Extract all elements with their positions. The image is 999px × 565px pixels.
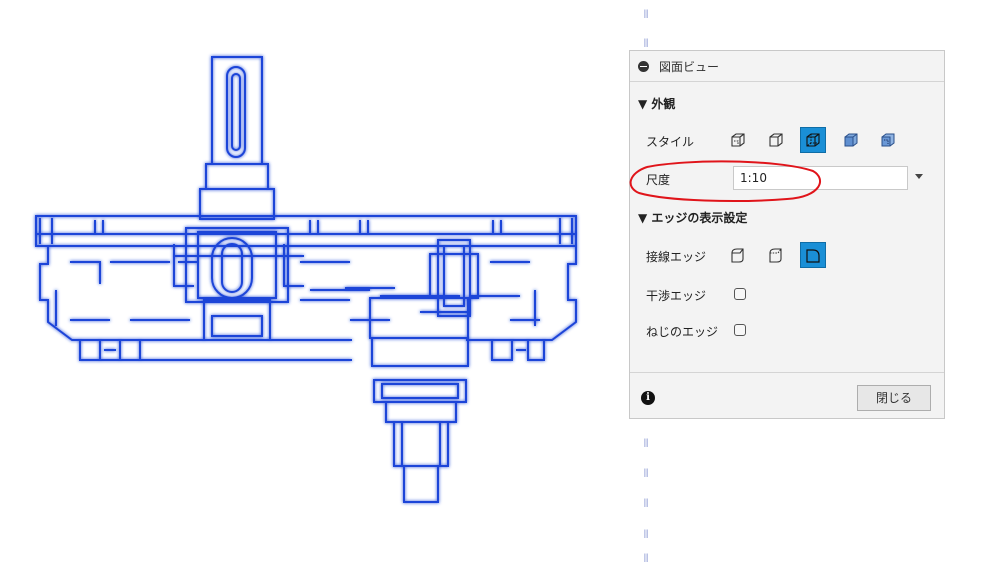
close-button[interactable]: 閉じる (857, 385, 931, 411)
collapse-icon[interactable] (638, 60, 649, 72)
shaded-hidden-icon[interactable] (875, 127, 901, 153)
annotation-ellipse (629, 160, 822, 202)
tangent-off-icon[interactable] (725, 242, 751, 268)
tangent-edges-label: 接線エッジ (646, 250, 707, 264)
panel-title: 図面ビュー (659, 59, 720, 74)
interference-edges-label: 干渉エッジ (646, 289, 707, 303)
info-icon[interactable]: i (641, 391, 655, 405)
drag-handle-markers: ⦀ (640, 438, 652, 450)
part-drawing (35, 56, 577, 503)
panel-footer-divider (630, 372, 944, 373)
marker-dot: ⦀ (643, 437, 649, 450)
marker-dot: ⦀ (643, 37, 649, 50)
tangent-full-active-icon[interactable] (800, 242, 826, 268)
tangent-partial-icon[interactable] (763, 242, 789, 268)
marker-dot: ⦀ (643, 552, 649, 565)
drawing-canvas[interactable] (0, 0, 625, 563)
hidden-edges-active-icon[interactable] (800, 127, 826, 153)
marker-dot: ⦀ (643, 467, 649, 480)
shaded-icon[interactable] (838, 127, 864, 153)
style-label: スタイル (646, 135, 695, 149)
drawing-view-panel: 図面ビュー ▼ 外観 スタイル 尺度 1:10 ▼ エッジの表示設定 接線エッジ… (629, 50, 945, 419)
interference-edges-checkbox[interactable] (734, 288, 746, 300)
thread-edges-checkbox[interactable] (734, 324, 746, 336)
appearance-section-header[interactable]: ▼ 外観 (638, 95, 675, 112)
marker-dot: ⦀ (643, 528, 649, 541)
panel-header[interactable]: 図面ビュー (630, 51, 944, 82)
drag-handle-markers: ⦀ (640, 553, 652, 565)
visible-hidden-icon[interactable] (763, 127, 789, 153)
edge-display-section-header[interactable]: ▼ エッジの表示設定 (638, 209, 747, 226)
drag-handle-markers: ⦀ (640, 498, 652, 510)
thread-edges-label: ねじのエッジ (646, 325, 719, 339)
drag-handle-markers: ⦀ (640, 9, 652, 21)
marker-dot: ⦀ (643, 8, 649, 21)
chevron-down-icon[interactable] (915, 174, 923, 179)
drag-handle-markers: ⦀ (640, 468, 652, 480)
visible-edges-icon[interactable] (725, 127, 751, 153)
marker-dot: ⦀ (643, 497, 649, 510)
drag-handle-markers: ⦀ (640, 529, 652, 541)
drag-handle-markers: ⦀ (640, 38, 652, 50)
